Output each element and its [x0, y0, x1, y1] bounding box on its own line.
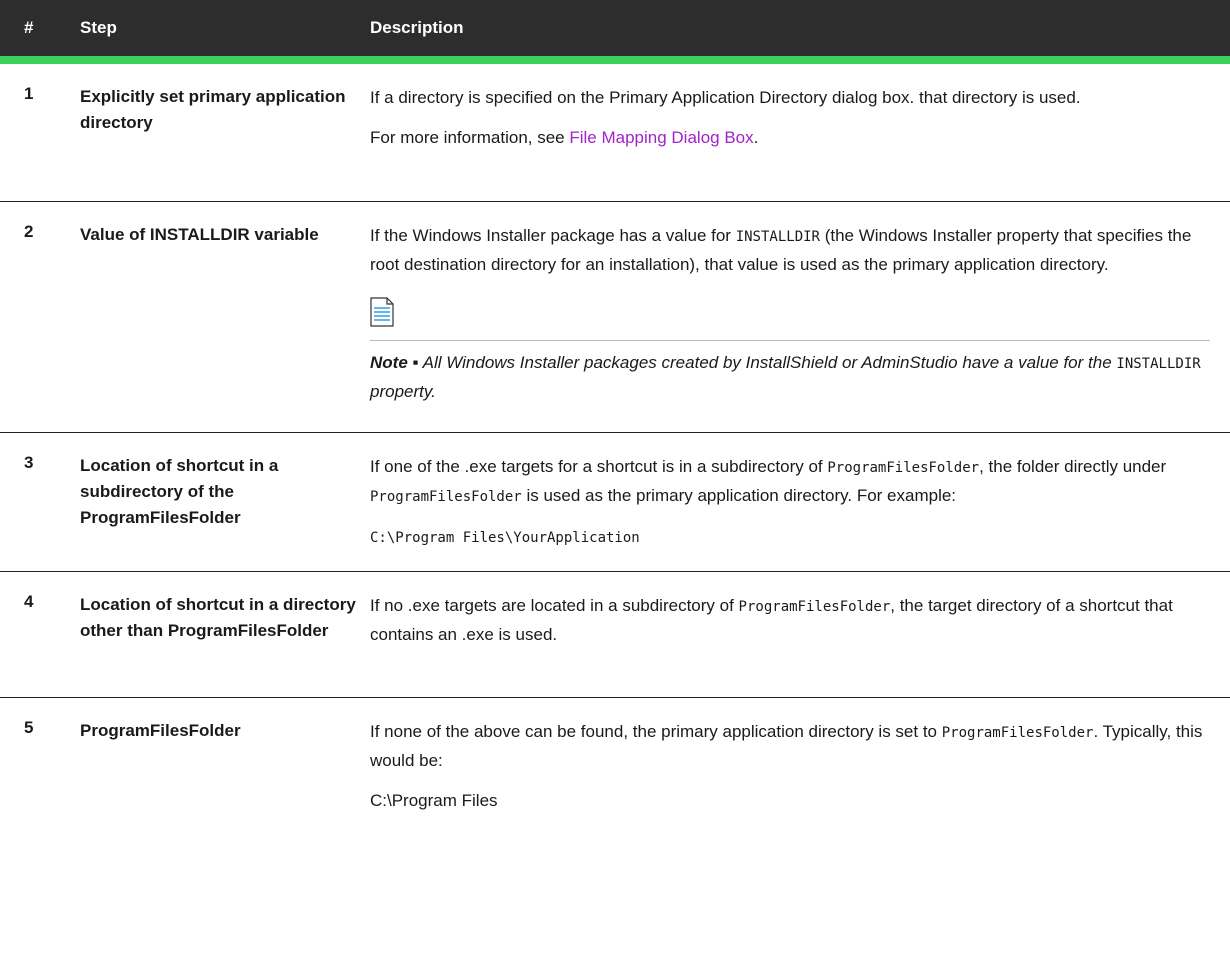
table-row: 5 ProgramFilesFolder If none of the abov…: [0, 698, 1230, 858]
file-mapping-link[interactable]: File Mapping Dialog Box: [569, 128, 753, 147]
note-divider: [370, 340, 1210, 341]
step-number: 5: [24, 718, 34, 737]
step-description: If none of the above can be found, the p…: [370, 718, 1210, 827]
header-description: Description: [370, 18, 464, 37]
header-step: Step: [80, 18, 117, 37]
path-example: C:\Program Files: [370, 791, 498, 810]
step-title: Location of shortcut in a subdirectory o…: [80, 456, 279, 527]
step-title: ProgramFilesFolder: [80, 721, 241, 740]
table-row: 2 Value of INSTALLDIR variable If the Wi…: [0, 202, 1230, 433]
step-title: Value of INSTALLDIR variable: [80, 225, 319, 244]
description-paragraph: If none of the above can be found, the p…: [370, 722, 1203, 770]
document-note-icon: [370, 297, 394, 327]
description-paragraph: If no .exe targets are located in a subd…: [370, 596, 1173, 644]
instructions-table: # Step Description 1 Explicitly set prim…: [0, 0, 1230, 858]
step-description: If a directory is specified on the Prima…: [370, 84, 1210, 164]
step-title: Location of shortcut in a directory othe…: [80, 595, 356, 640]
step-number: 2: [24, 222, 34, 241]
header-number: #: [24, 18, 34, 37]
description-paragraph: If the Windows Installer package has a v…: [370, 226, 1192, 274]
table-row: 3 Location of shortcut in a subdirectory…: [0, 433, 1230, 572]
step-description: If the Windows Installer package has a v…: [370, 222, 1210, 418]
table-row: 1 Explicitly set primary application dir…: [0, 64, 1230, 202]
code-example: C:\Program Files\YourApplication: [370, 530, 640, 546]
step-title: Explicitly set primary application direc…: [80, 87, 346, 132]
description-paragraph: For more information, see File Mapping D…: [370, 128, 759, 147]
note-text: Note ▪ All Windows Installer packages cr…: [370, 353, 1201, 401]
step-number: 1: [24, 84, 34, 103]
table-row: 4 Location of shortcut in a directory ot…: [0, 572, 1230, 698]
step-number: 4: [24, 592, 34, 611]
description-paragraph: If a directory is specified on the Prima…: [370, 88, 1081, 107]
step-description: If no .exe targets are located in a subd…: [370, 592, 1210, 661]
step-description: If one of the .exe targets for a shortcu…: [370, 453, 1210, 564]
table-header: # Step Description: [0, 0, 1230, 64]
step-number: 3: [24, 453, 34, 472]
description-paragraph: If one of the .exe targets for a shortcu…: [370, 457, 1167, 505]
